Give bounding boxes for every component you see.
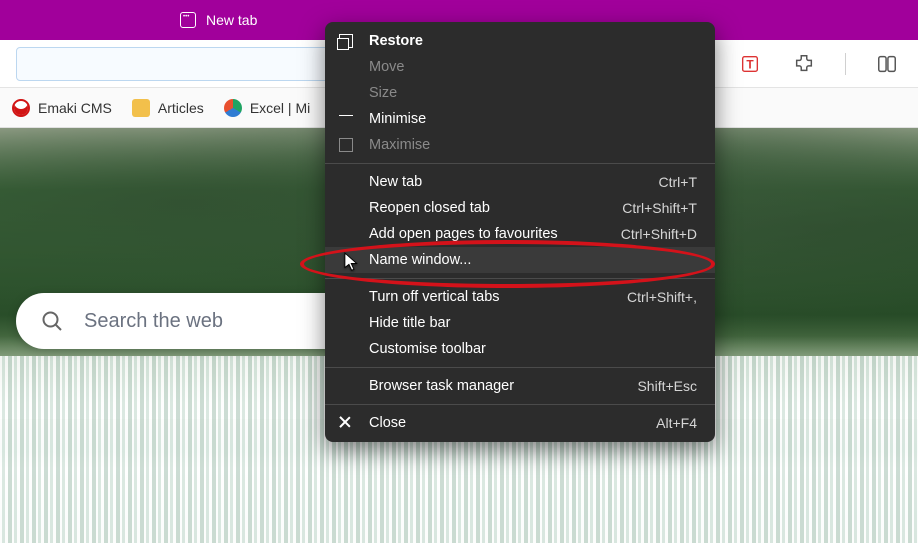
bookmark-emaki-label: Emaki CMS: [38, 100, 112, 116]
search-icon: [40, 309, 64, 333]
menu-item-label: Add open pages to favourites: [369, 226, 621, 242]
menu-item-label: Size: [369, 85, 697, 101]
t-extension-icon[interactable]: T: [737, 51, 763, 77]
bookmark-articles-icon: [132, 99, 150, 117]
menu-item-size: Size: [325, 80, 715, 106]
menu-item-label: Reopen closed tab: [369, 200, 622, 216]
search-placeholder: Search the web: [84, 310, 223, 333]
menu-item-label: Customise toolbar: [369, 341, 697, 357]
menu-item-browser-task-manager[interactable]: Browser task managerShift+Esc: [325, 373, 715, 399]
svg-text:T: T: [746, 57, 754, 71]
menu-item-label: Restore: [369, 33, 697, 49]
bookmark-emaki-icon: [12, 99, 30, 117]
extensions-icon[interactable]: [791, 51, 817, 77]
bookmark-excel-label: Excel | Mi: [250, 100, 310, 116]
menu-item-label: Browser task manager: [369, 378, 637, 394]
menu-divider: [325, 404, 715, 405]
menu-item-label: Minimise: [369, 111, 697, 127]
menu-item-shortcut: Shift+Esc: [637, 378, 697, 394]
menu-item-name-window[interactable]: Name window...: [325, 247, 715, 273]
new-tab-icon: [180, 12, 196, 28]
menu-item-add-open-pages-to-favourites[interactable]: Add open pages to favouritesCtrl+Shift+D: [325, 221, 715, 247]
menu-item-customise-toolbar[interactable]: Customise toolbar: [325, 336, 715, 362]
bookmark-excel[interactable]: Excel | Mi: [224, 99, 310, 117]
menu-item-label: Move: [369, 59, 697, 75]
bookmark-articles[interactable]: Articles: [132, 99, 204, 117]
menu-item-shortcut: Ctrl+Shift+D: [621, 226, 697, 242]
menu-item-new-tab[interactable]: New tabCtrl+T: [325, 169, 715, 195]
bookmark-excel-icon: [224, 99, 242, 117]
menu-item-shortcut: Alt+F4: [656, 415, 697, 431]
menu-divider: [325, 163, 715, 164]
menu-item-close[interactable]: CloseAlt+F4: [325, 410, 715, 436]
min-icon: [339, 115, 353, 129]
window-context-menu: RestoreMoveSizeMinimiseMaximiseNew tabCt…: [325, 22, 715, 442]
menu-item-restore[interactable]: Restore: [325, 28, 715, 54]
split-screen-icon[interactable]: [874, 51, 900, 77]
menu-item-turn-off-vertical-tabs[interactable]: Turn off vertical tabsCtrl+Shift+,: [325, 284, 715, 310]
restore-icon: [339, 34, 353, 48]
bookmark-articles-label: Articles: [158, 100, 204, 116]
menu-item-hide-title-bar[interactable]: Hide title bar: [325, 310, 715, 336]
menu-item-label: Close: [369, 415, 656, 431]
menu-item-shortcut: Ctrl+Shift+,: [627, 289, 697, 305]
menu-item-label: Turn off vertical tabs: [369, 289, 627, 305]
menu-item-minimise[interactable]: Minimise: [325, 106, 715, 132]
toolbar-separator: [845, 53, 846, 75]
menu-item-label: Hide title bar: [369, 315, 697, 331]
menu-item-move: Move: [325, 54, 715, 80]
bookmark-emaki[interactable]: Emaki CMS: [12, 99, 112, 117]
menu-item-shortcut: Ctrl+T: [659, 174, 698, 190]
menu-item-label: New tab: [369, 174, 659, 190]
max-icon: [339, 138, 353, 152]
menu-divider: [325, 278, 715, 279]
close-icon: [339, 416, 353, 430]
menu-item-label: Maximise: [369, 137, 697, 153]
menu-item-maximise: Maximise: [325, 132, 715, 158]
menu-item-shortcut: Ctrl+Shift+T: [622, 200, 697, 216]
menu-divider: [325, 367, 715, 368]
menu-item-reopen-closed-tab[interactable]: Reopen closed tabCtrl+Shift+T: [325, 195, 715, 221]
menu-item-label: Name window...: [369, 252, 697, 268]
tab-label[interactable]: New tab: [206, 12, 257, 28]
